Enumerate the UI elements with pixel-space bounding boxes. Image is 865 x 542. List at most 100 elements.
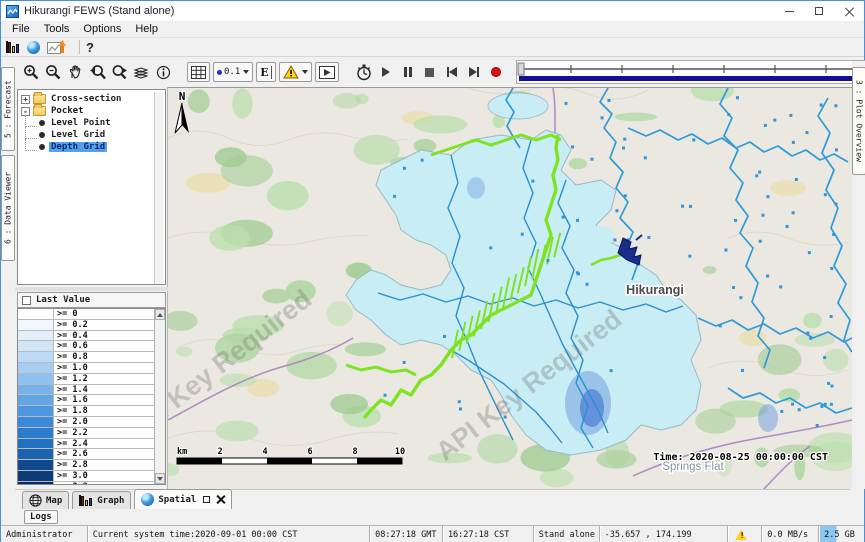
- skip-start-button[interactable]: [442, 62, 462, 82]
- contour-interval-dropdown[interactable]: 0.1: [213, 62, 253, 82]
- svg-text:8: 8: [352, 447, 357, 457]
- left-triangle-icon: [449, 67, 457, 77]
- tree-item-level-point[interactable]: Level Point: [18, 117, 165, 129]
- svg-text:km: km: [177, 447, 187, 457]
- zoom-out-button[interactable]: [43, 62, 63, 82]
- legend-row[interactable]: >= 0.8: [18, 352, 154, 363]
- legend-row[interactable]: >= 2.8: [18, 460, 154, 471]
- status-memory: 2.5 GB: [819, 526, 864, 542]
- tree-item-label: Level Grid: [49, 130, 107, 140]
- logs-row: Logs: [15, 509, 850, 525]
- close-button[interactable]: [834, 1, 864, 21]
- legend-row[interactable]: >= 2.2: [18, 428, 154, 439]
- database-explorer-button[interactable]: [6, 39, 20, 55]
- legend-row[interactable]: >= 1.2: [18, 374, 154, 385]
- main-toolbar: ?: [1, 38, 864, 57]
- pan-button[interactable]: [65, 62, 85, 82]
- menu-tools[interactable]: Tools: [37, 22, 77, 36]
- time-slider[interactable]: [516, 60, 865, 84]
- info-button[interactable]: [153, 62, 173, 82]
- legend-color-swatch: [18, 395, 54, 405]
- spatial-display-button[interactable]: [47, 39, 66, 55]
- tab-plot-overview[interactable]: 3 : Plot Overview: [852, 67, 865, 175]
- legend-color-swatch: [18, 320, 54, 330]
- play-box-icon: [319, 66, 335, 79]
- legend-row[interactable]: >= 2.0: [18, 417, 154, 428]
- panel-splitter[interactable]: [15, 287, 168, 291]
- globe-icon: [141, 493, 154, 506]
- legend-row[interactable]: >= 0: [18, 309, 154, 320]
- minimize-button[interactable]: [774, 1, 804, 21]
- skip-end-button[interactable]: [464, 62, 484, 82]
- pause-button[interactable]: [398, 62, 418, 82]
- legend-threshold-label: >= 0.8: [54, 352, 88, 362]
- last-value-checkbox-row[interactable]: Last Value: [17, 292, 166, 308]
- legend-row[interactable]: >= 2.4: [18, 439, 154, 450]
- menu-help[interactable]: Help: [128, 22, 165, 36]
- legend-row[interactable]: >= 1.0: [18, 363, 154, 374]
- tab-map[interactable]: Map: [22, 491, 69, 509]
- tab-forecast[interactable]: 5 : Forecast: [1, 67, 15, 151]
- legend-threshold-label: >= 1.6: [54, 395, 88, 405]
- legend-row[interactable]: >= 3.0: [18, 471, 154, 482]
- zoom-in-button[interactable]: [21, 62, 41, 82]
- legend-threshold-label: >= 1.2: [54, 374, 88, 384]
- tab-spatial[interactable]: Spatial: [134, 489, 232, 509]
- legend-threshold-label: >= 0: [54, 309, 77, 319]
- help-button[interactable]: ?: [86, 39, 94, 55]
- legend-threshold-label: >= 0.2: [54, 320, 88, 330]
- legend-row[interactable]: >= 0.4: [18, 331, 154, 342]
- menu-file[interactable]: File: [5, 22, 37, 36]
- menu-options[interactable]: Options: [76, 22, 128, 36]
- close-tab-icon[interactable]: [216, 495, 225, 504]
- stop-button[interactable]: [420, 62, 440, 82]
- play-button[interactable]: [376, 62, 396, 82]
- bullet-icon: [39, 144, 45, 150]
- last-value-checkbox[interactable]: [22, 296, 31, 305]
- legend-row[interactable]: >= 1.8: [18, 406, 154, 417]
- legend-row[interactable]: >= 1.4: [18, 385, 154, 396]
- tab-data-viewer[interactable]: 6 : Data Viewer: [1, 155, 15, 261]
- tree-item-level-grid[interactable]: Level Grid: [18, 129, 165, 141]
- legend-row[interactable]: >= 1.6: [18, 395, 154, 406]
- tab-graph[interactable]: Graph: [72, 491, 131, 509]
- legend-threshold-label: >= 2.8: [54, 460, 88, 470]
- toolbar-separator: [79, 40, 80, 54]
- title-bar[interactable]: Hikurangi FEWS (Stand alone): [1, 1, 864, 21]
- thresholds-dropdown[interactable]: [279, 62, 312, 82]
- map-canvas[interactable]: API Key Required API Key Required Hikura…: [168, 87, 852, 489]
- animation-button[interactable]: [315, 62, 339, 82]
- legend-row[interactable]: >= 2.6: [18, 449, 154, 460]
- status-user: Administrator: [1, 526, 88, 542]
- time-slider-thumb[interactable]: [518, 63, 524, 75]
- tree-scrollbar[interactable]: [154, 92, 163, 285]
- legend-color-swatch: [18, 439, 54, 449]
- legend-threshold-label: >= 2.0: [54, 417, 88, 427]
- layers-button[interactable]: [131, 62, 151, 82]
- timer-button[interactable]: [354, 62, 374, 82]
- legend-color-swatch: [18, 352, 54, 362]
- legend-scrollbar[interactable]: [154, 309, 165, 484]
- legend-row[interactable]: >= 3.2: [18, 482, 154, 484]
- maximize-button[interactable]: [804, 1, 834, 21]
- legend-row[interactable]: >= 0.2: [18, 320, 154, 331]
- zoom-next-button[interactable]: [109, 62, 129, 82]
- expand-icon[interactable]: +: [21, 95, 30, 104]
- legend-color-swatch: [18, 374, 54, 384]
- map-display-button[interactable]: [27, 39, 40, 55]
- maximize-tab-icon[interactable]: [203, 496, 210, 503]
- tree-item-depth-grid[interactable]: Depth Grid: [18, 141, 165, 153]
- status-bar: Administrator Current system time:2020-0…: [1, 525, 864, 542]
- legend-color-swatch: [18, 331, 54, 341]
- record-button[interactable]: [486, 62, 506, 82]
- scroll-down-button[interactable]: [155, 473, 165, 484]
- labels-toggle-button[interactable]: E: [256, 62, 275, 82]
- status-warning-cell[interactable]: [728, 526, 762, 542]
- legend-row[interactable]: >= 0.6: [18, 341, 154, 352]
- legend-threshold-label: >= 2.2: [54, 428, 88, 438]
- tree-item-pocket[interactable]: - Pocket: [18, 105, 165, 117]
- grid-toggle-button[interactable]: [187, 62, 210, 82]
- zoom-previous-button[interactable]: [87, 62, 107, 82]
- scroll-up-button[interactable]: [155, 309, 165, 320]
- logs-tab[interactable]: Logs: [24, 510, 58, 524]
